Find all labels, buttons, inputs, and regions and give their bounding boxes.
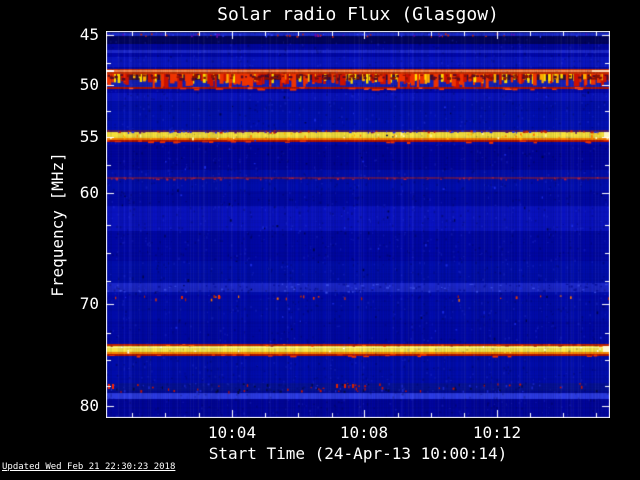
y-tick-label: 45 <box>79 25 99 44</box>
x-tick-label: 10:04 <box>207 423 257 442</box>
y-tick-label: 60 <box>79 183 99 202</box>
y-axis-label: Frequency [MHz] <box>47 152 67 297</box>
chart-title: Solar radio Flux (Glasgow) <box>217 4 499 25</box>
y-tick-label: 80 <box>79 396 99 415</box>
update-timestamp: Updated Wed Feb 21 22:30:23 2018 <box>2 462 176 472</box>
x-tick-label: 10:12 <box>472 423 522 442</box>
y-tick-label: 50 <box>79 75 99 94</box>
y-tick-label: 55 <box>79 127 99 146</box>
x-axis-label: Start Time (24-Apr-13 10:00:14) <box>208 444 508 463</box>
spectrogram-plot <box>106 31 610 418</box>
y-tick-label: 70 <box>79 294 99 313</box>
x-tick-label: 10:08 <box>339 423 389 442</box>
